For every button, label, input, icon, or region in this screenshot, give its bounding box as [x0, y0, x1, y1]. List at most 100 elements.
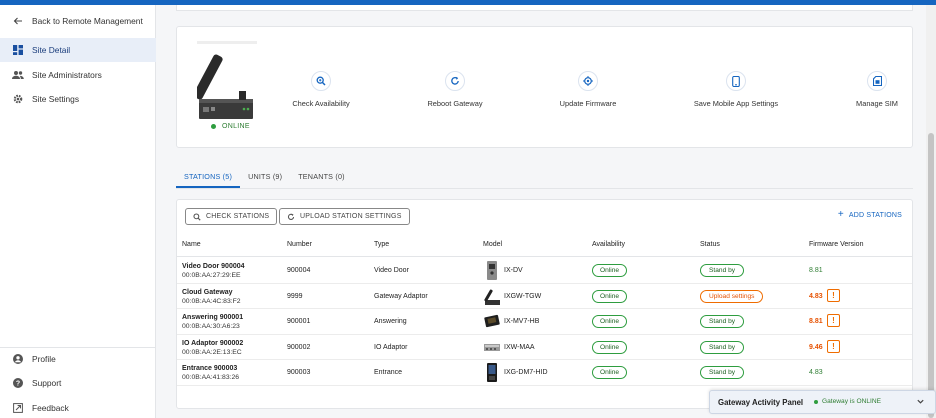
- account-icon: [12, 353, 24, 365]
- action-label: Save Mobile App Settings: [693, 99, 779, 108]
- upload-station-settings-label: UPLOAD STATION SETTINGS: [300, 213, 402, 220]
- firmware-warning-icon[interactable]: !: [827, 314, 840, 328]
- availability-badge: Online: [592, 366, 627, 380]
- scrollbar-thumb[interactable]: [928, 133, 934, 418]
- sim-icon: [867, 71, 887, 91]
- check-availability-button[interactable]: Check Availability: [261, 71, 381, 108]
- sidebar-item-label: Support: [32, 378, 62, 388]
- check-stations-label: CHECK STATIONS: [206, 213, 270, 220]
- update-firmware-button[interactable]: Update Firmware: [528, 71, 648, 108]
- check-stations-button[interactable]: CHECK STATIONS: [185, 208, 278, 225]
- sidebar-item-site-administrators[interactable]: Site Administrators: [0, 63, 156, 87]
- table-row[interactable]: Answering 900001 00:0B:AA:30:A6:23 90000…: [177, 309, 912, 335]
- gateway-online-indicator: ONLINE: [211, 123, 250, 130]
- dashboard-icon: [12, 44, 24, 56]
- availability-badge: Online: [592, 315, 627, 329]
- sidebar-item-site-settings[interactable]: Site Settings: [0, 87, 156, 111]
- station-model: IXG-DM7-HID: [504, 369, 548, 377]
- column-header-number: Number: [287, 241, 312, 248]
- availability-badge: Online: [592, 289, 627, 303]
- answering-device-icon: [483, 312, 501, 331]
- table-header: Name Number Type Model Availability Stat…: [177, 235, 912, 257]
- gateway-activity-panel[interactable]: Gateway Activity Panel Gateway is ONLINE: [709, 390, 936, 414]
- station-mac: 00:0B:AA:4C:83:F2: [182, 297, 241, 305]
- manage-sim-button[interactable]: Manage SIM: [817, 71, 936, 108]
- entrance-device-icon: [483, 363, 501, 383]
- availability-badge: Online: [592, 340, 627, 354]
- status-badge: Upload settings: [700, 289, 764, 303]
- phone-icon: [726, 71, 746, 91]
- column-header-name: Name: [182, 241, 201, 248]
- tab-divider: [176, 188, 913, 189]
- video-door-device-icon: [483, 261, 501, 280]
- search-icon: [311, 71, 331, 91]
- availability-badge: Online: [592, 264, 627, 277]
- firmware-version: 8.81: [809, 267, 823, 274]
- station-number: 900001: [287, 318, 311, 326]
- page-scrollbar[interactable]: [926, 5, 936, 418]
- sidebar-item-label: Site Detail: [32, 45, 71, 55]
- sidebar-item-site-detail[interactable]: Site Detail: [0, 38, 156, 62]
- station-model: IXGW-TGW: [504, 292, 542, 300]
- station-number: 9999: [287, 292, 303, 300]
- column-header-firmware-version: Firmware Version: [809, 241, 864, 248]
- sync-icon: [287, 213, 295, 221]
- action-label: Update Firmware: [559, 99, 617, 108]
- arrow-left-icon: [12, 15, 24, 27]
- station-name: IO Adaptor 900002: [182, 339, 244, 347]
- sidebar-item-label: Profile: [32, 354, 56, 364]
- station-type: Video Door: [374, 267, 409, 274]
- back-to-remote-management-link[interactable]: Back to Remote Management: [0, 9, 156, 33]
- station-mac: 00:0B:AA:41:83:26: [182, 374, 240, 382]
- add-stations-button[interactable]: + ADD STATIONS: [838, 210, 902, 220]
- station-name: Answering 900001: [182, 314, 244, 322]
- station-name: Entrance 900003: [182, 365, 238, 373]
- back-label: Back to Remote Management: [32, 16, 143, 26]
- firmware-version: 8.81: [809, 318, 823, 326]
- tab-units[interactable]: UNITS (9): [240, 166, 290, 188]
- tab-tenants[interactable]: TENANTS (0): [290, 166, 353, 188]
- firmware-warning-icon[interactable]: !: [827, 339, 840, 353]
- table-row[interactable]: Video Door 900004 00:0B:AA:27:29:EE 9000…: [177, 258, 912, 284]
- chevron-down-icon[interactable]: [916, 397, 925, 408]
- sidebar-item-label: Feedback: [32, 403, 69, 413]
- tab-stations[interactable]: STATIONS (5): [176, 166, 241, 188]
- online-dot: [211, 124, 216, 129]
- tab-bar: STATIONS (5) UNITS (9) TENANTS (0): [176, 166, 353, 188]
- sidebar-item-label: Site Administrators: [32, 70, 102, 80]
- reboot-gateway-button[interactable]: Reboot Gateway: [395, 71, 515, 108]
- gateway-status-text: ONLINE: [222, 123, 250, 130]
- station-number: 900002: [287, 343, 311, 351]
- sidebar-item-profile[interactable]: Profile: [0, 347, 156, 371]
- table-row[interactable]: IO Adaptor 900002 00:0B:AA:2E:13:EC 9000…: [177, 335, 912, 361]
- station-type: Answering: [374, 318, 407, 326]
- station-type: Entrance: [374, 369, 403, 377]
- station-type: Gateway Adaptor: [374, 292, 428, 300]
- station-model: IX-MV7-HB: [504, 318, 540, 326]
- station-number: 900004: [287, 267, 311, 274]
- upload-station-settings-button[interactable]: UPLOAD STATION SETTINGS: [279, 208, 410, 225]
- target-icon: [578, 71, 598, 91]
- table-row[interactable]: Cloud Gateway 00:0B:AA:4C:83:F2 9999 Gat…: [177, 284, 912, 310]
- station-mac: 00:0B:AA:27:29:EE: [182, 272, 241, 279]
- status-badge: Stand by: [700, 340, 745, 354]
- sidebar-item-support[interactable]: ? Support: [0, 371, 156, 395]
- station-name: Cloud Gateway: [182, 288, 233, 296]
- station-number: 900003: [287, 369, 311, 377]
- save-mobile-app-settings-button[interactable]: Save Mobile App Settings: [676, 71, 796, 108]
- external-link-icon: [12, 402, 24, 414]
- firmware-warning-icon[interactable]: !: [827, 288, 840, 302]
- table-row[interactable]: Entrance 900003 00:0B:AA:41:83:26 900003…: [177, 360, 912, 386]
- status-badge: Stand by: [700, 315, 745, 329]
- sidebar: Back to Remote Management Site Detail Si…: [0, 5, 156, 418]
- station-mac: 00:0B:AA:30:A6:23: [182, 323, 240, 331]
- search-icon: [193, 212, 201, 221]
- action-label: Check Availability: [292, 99, 350, 108]
- column-header-availability: Availability: [592, 241, 625, 248]
- column-header-model: Model: [483, 241, 503, 248]
- activity-gateway-status: Gateway is ONLINE: [814, 398, 881, 405]
- sidebar-item-feedback[interactable]: Feedback: [0, 396, 156, 418]
- status-badge: Stand by: [700, 366, 745, 380]
- add-stations-label: ADD STATIONS: [848, 211, 902, 219]
- firmware-version: 9.46: [809, 343, 823, 351]
